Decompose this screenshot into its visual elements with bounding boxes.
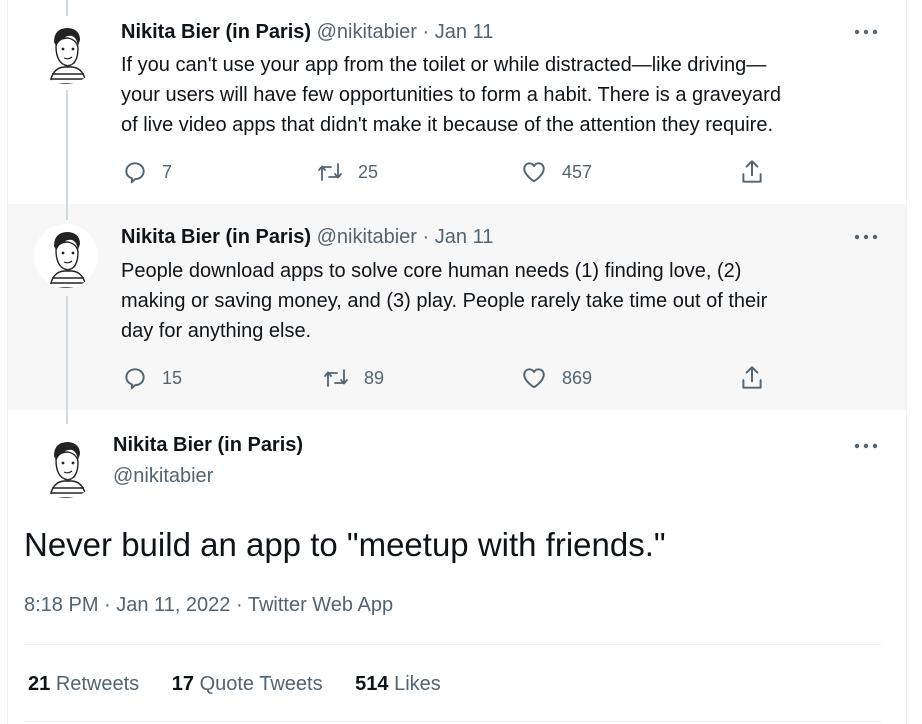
separator: · — [422, 21, 430, 43]
share-button[interactable] — [739, 154, 765, 190]
more-options-button[interactable] — [853, 22, 879, 42]
more-icon — [854, 234, 878, 240]
likes-count: 514 — [355, 673, 389, 695]
retweets-label: Retweets — [55, 673, 140, 695]
share-button[interactable] — [739, 360, 765, 396]
tweet-text-line: your users will have few opportunities t… — [121, 84, 781, 106]
heart-icon — [523, 368, 545, 389]
divider — [24, 721, 882, 722]
reply-button[interactable]: 15 — [122, 360, 182, 396]
tweet-text-line: of live video apps that didn't make it b… — [121, 114, 774, 136]
tweet-date[interactable]: Jan 11 — [435, 21, 494, 43]
author-name[interactable]: Nikita Bier (in Paris) — [113, 432, 303, 458]
retweets-stat[interactable]: 21 Retweets — [28, 668, 139, 700]
share-icon — [742, 366, 762, 389]
heart-icon — [523, 162, 545, 183]
like-button[interactable]: 869 — [520, 360, 592, 396]
avatar[interactable] — [34, 224, 98, 288]
tweet-header: Nikita Bier (in Paris) @nikitabier · Jan… — [121, 225, 493, 249]
tweet-header: Nikita Bier (in Paris) @nikitabier · Jan… — [121, 20, 493, 44]
more-options-button[interactable] — [853, 227, 879, 247]
tweet-text-line: People download apps to solve core human… — [121, 260, 742, 282]
quote-tweets-stat[interactable]: 17 Quote Tweets — [172, 668, 323, 700]
retweet-count: 89 — [364, 367, 385, 388]
quote-tweets-count: 17 — [171, 673, 194, 695]
reply-icon — [125, 368, 145, 390]
avatar[interactable] — [34, 20, 98, 84]
tweet-text-line: making or saving money, and (3) play. Pe… — [121, 290, 768, 312]
retweet-button[interactable]: 89 — [322, 360, 384, 396]
more-options-button[interactable] — [853, 436, 879, 456]
thread-connector — [66, 410, 68, 424]
thread-tweet[interactable]: Nikita Bier (in Paris) @nikitabier · Jan… — [8, 204, 906, 410]
author-name[interactable]: Nikita Bier (in Paris) — [121, 226, 311, 248]
divider — [24, 644, 882, 645]
reply-icon — [125, 162, 145, 184]
author-name[interactable]: Nikita Bier (in Paris) — [121, 21, 311, 43]
main-tweet-text: Never build an app to "meetup with frien… — [24, 526, 666, 563]
reply-count: 15 — [162, 367, 183, 388]
retweet-icon — [318, 163, 342, 181]
tweet-text: People download apps to solve core human… — [121, 256, 881, 346]
reply-button[interactable]: 7 — [122, 154, 172, 190]
tweet-metadata[interactable]: 8:18 PM · Jan 11, 2022 · Twitter Web App — [24, 590, 393, 620]
tweet-text-line: If you can't use your app from the toile… — [121, 54, 767, 76]
thread-connector — [66, 90, 68, 204]
like-button[interactable]: 457 — [520, 154, 592, 190]
thread-connector — [66, 204, 68, 220]
like-count: 457 — [562, 161, 593, 182]
thread-connector — [66, 296, 68, 410]
tweet-actions: 15 89 869 — [113, 360, 773, 396]
tweet-text: If you can't use your app from the toile… — [121, 50, 881, 140]
like-count: 869 — [562, 367, 593, 388]
frame-border-right — [906, 0, 907, 724]
quote-tweets-label: Quote Tweets — [199, 673, 323, 695]
more-icon — [854, 443, 878, 449]
tweet-actions: 7 25 457 — [113, 154, 773, 190]
share-icon — [742, 160, 762, 183]
likes-stat[interactable]: 514 Likes — [355, 668, 441, 700]
thread-tweet[interactable]: Nikita Bier (in Paris) @nikitabier · Jan… — [8, 0, 906, 204]
likes-label: Likes — [394, 673, 441, 695]
retweet-count: 25 — [358, 161, 379, 182]
reply-count: 7 — [162, 161, 173, 182]
thread-connector — [66, 0, 68, 16]
author-handle[interactable]: @nikitabier — [317, 226, 417, 248]
avatar[interactable] — [34, 434, 98, 498]
tweet-date[interactable]: Jan 11 — [435, 226, 494, 248]
author-handle[interactable]: @nikitabier — [113, 463, 213, 489]
tweet-stats: 21 Retweets 17 Quote Tweets 514 Likes — [28, 668, 468, 700]
more-icon — [854, 29, 878, 35]
separator: · — [422, 226, 430, 248]
tweet-text-line: day for anything else. — [121, 320, 312, 342]
retweet-button[interactable]: 25 — [316, 154, 378, 190]
author-handle[interactable]: @nikitabier — [317, 21, 417, 43]
retweets-count: 21 — [28, 673, 51, 695]
retweet-icon — [324, 369, 348, 387]
